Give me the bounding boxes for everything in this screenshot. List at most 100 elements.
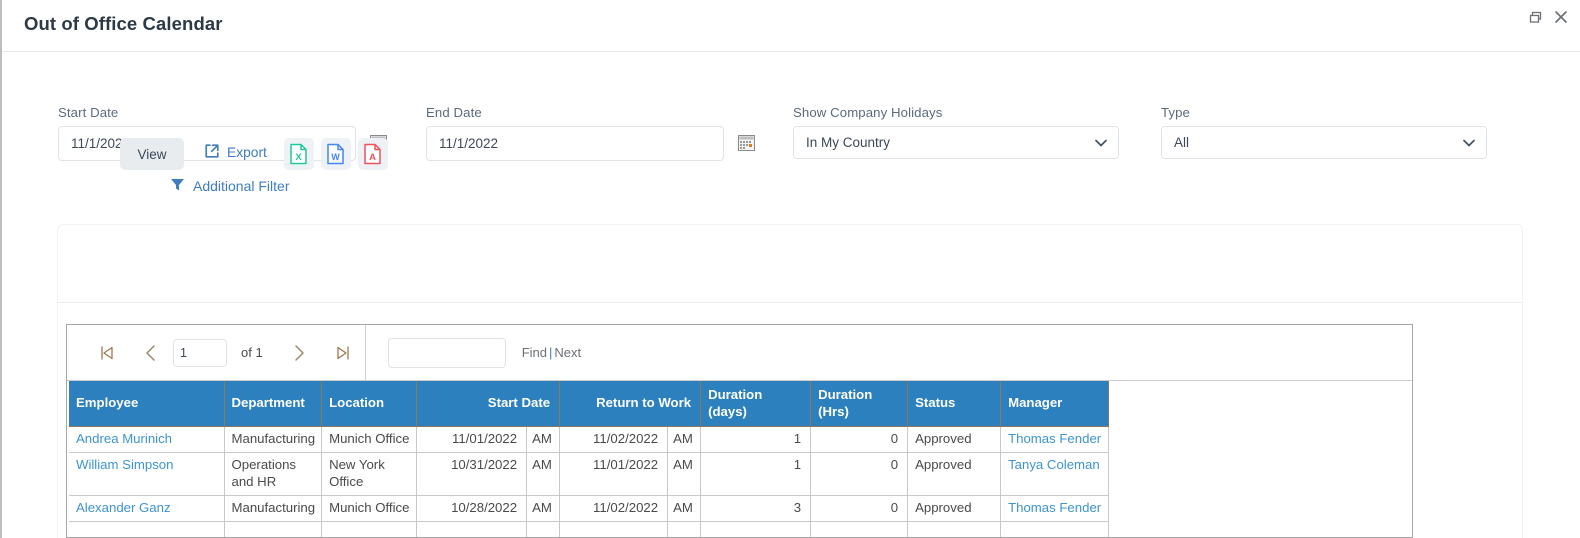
cell-return-date: 11/01/2022	[559, 452, 669, 496]
company-holidays-select[interactable]: In My Country	[793, 126, 1119, 159]
cell-return-ampm: AM	[667, 426, 702, 453]
cell-employee: Alexander Ganz	[69, 495, 225, 522]
cell-return-date: 11/02/2022	[559, 495, 669, 522]
employee-link[interactable]: Andrea Murinich	[76, 431, 172, 446]
column-header-return-to-work[interactable]: Return to Work	[559, 381, 702, 427]
page-number-input[interactable]	[173, 338, 227, 367]
type-select[interactable]: All	[1161, 126, 1487, 159]
cell-start-ampm: AM	[526, 452, 561, 496]
cell-empty	[224, 521, 323, 537]
cell-manager: Thomas Fender	[1000, 426, 1110, 453]
column-header-duration-hrs[interactable]: Duration (Hrs)	[810, 381, 909, 427]
report-header-area	[58, 225, 1522, 303]
cell-empty	[559, 521, 669, 537]
table-header-row: Employee Department Location Start Date …	[69, 381, 1110, 427]
calendar-icon[interactable]	[738, 134, 756, 151]
manager-link[interactable]: Tanya Coleman	[1008, 457, 1100, 472]
cell-return-date: 11/02/2022	[559, 426, 669, 453]
restore-window-icon[interactable]	[1526, 8, 1544, 26]
cell-department: Manufacturing	[224, 426, 323, 453]
export-button[interactable]: Export	[204, 143, 267, 162]
title-bar: Out of Office Calendar	[2, 0, 1580, 52]
table-row: William Simpson Operations and HR New Yo…	[69, 452, 1110, 496]
column-header-department[interactable]: Department	[224, 381, 323, 427]
last-page-icon[interactable]	[321, 333, 365, 373]
svg-text:X: X	[296, 152, 303, 163]
cell-start-date: 10/31/2022	[416, 452, 528, 496]
close-icon[interactable]	[1552, 8, 1570, 26]
type-field: Type All	[1161, 105, 1487, 159]
cell-status: Approved	[907, 495, 1002, 522]
find-input[interactable]	[387, 337, 506, 368]
column-header-status[interactable]: Status	[907, 381, 1002, 427]
table-row: Andrea Murinich Manufacturing Munich Off…	[69, 426, 1110, 453]
additional-filter-label: Additional Filter	[193, 178, 290, 194]
find-separator: |	[548, 345, 553, 360]
find-button[interactable]: Find	[522, 345, 547, 360]
cell-duration-hrs: 0	[810, 452, 909, 496]
end-date-field: End Date	[426, 105, 756, 161]
cell-return-ampm: AM	[667, 452, 702, 496]
column-header-duration-days[interactable]: Duration (days)	[700, 381, 812, 427]
column-header-manager[interactable]: Manager	[1000, 381, 1110, 427]
report-viewer: of 1	[66, 324, 1413, 538]
pdf-file-icon[interactable]: A	[357, 138, 388, 170]
cell-duration-hrs: 0	[810, 426, 909, 453]
excel-file-icon[interactable]: X	[283, 138, 314, 170]
table-header: Employee Department Location Start Date …	[69, 381, 1110, 427]
cell-location: Munich Office	[321, 426, 418, 453]
cell-start-ampm: AM	[526, 495, 561, 522]
table-row: Alexander Ganz Manufacturing Munich Offi…	[69, 495, 1110, 522]
out-of-office-table: Employee Department Location Start Date …	[69, 381, 1110, 537]
column-header-start-date[interactable]: Start Date	[416, 381, 561, 427]
company-holidays-select-wrap: In My Country	[793, 126, 1119, 159]
end-date-input[interactable]	[426, 126, 724, 161]
cell-status: Approved	[907, 426, 1002, 453]
find-links: Find | Next	[522, 345, 581, 360]
first-page-icon[interactable]	[85, 333, 129, 373]
cell-department: Operations and HR	[224, 452, 323, 496]
window-controls	[1526, 8, 1570, 26]
manager-link[interactable]: Thomas Fender	[1008, 500, 1101, 515]
company-holidays-field: Show Company Holidays In My Country	[793, 105, 1119, 159]
report-grid-container: Employee Department Location Start Date …	[67, 381, 1412, 537]
cell-employee: Andrea Murinich	[69, 426, 225, 453]
view-button[interactable]: View	[120, 138, 184, 170]
application-window: Out of Office Calendar Start Date 11/1/2…	[0, 0, 1580, 538]
report-find-area: Find | Next	[366, 337, 581, 368]
employee-link[interactable]: Alexander Ganz	[76, 500, 171, 515]
column-header-location[interactable]: Location	[321, 381, 418, 427]
cell-empty	[526, 521, 561, 537]
cell-duration-days: 3	[700, 495, 812, 522]
cell-empty	[321, 521, 418, 537]
cell-employee: William Simpson	[69, 452, 225, 496]
cell-empty	[416, 521, 528, 537]
word-file-icon[interactable]: W	[320, 138, 351, 170]
previous-page-icon[interactable]	[129, 333, 173, 373]
column-header-employee[interactable]: Employee	[69, 381, 225, 427]
find-next-button[interactable]: Next	[554, 345, 581, 360]
export-format-buttons: X W A	[283, 138, 388, 170]
additional-filter-button[interactable]: Additional Filter	[170, 177, 290, 195]
manager-link[interactable]: Thomas Fender	[1008, 431, 1101, 446]
cell-duration-hrs: 0	[810, 495, 909, 522]
table-row-empty	[69, 521, 1110, 537]
cell-empty	[907, 521, 1002, 537]
funnel-icon	[170, 177, 185, 195]
page-count-label: of 1	[241, 345, 263, 360]
svg-text:A: A	[369, 152, 376, 163]
cell-department: Manufacturing	[224, 495, 323, 522]
end-date-label: End Date	[426, 105, 482, 120]
cell-duration-days: 1	[700, 426, 812, 453]
employee-link[interactable]: William Simpson	[76, 457, 173, 472]
start-date-label: Start Date	[58, 105, 119, 120]
cell-location: New York Office	[321, 452, 418, 496]
pager-navigation: of 1	[67, 325, 365, 380]
next-page-icon[interactable]	[277, 333, 321, 373]
type-select-wrap: All	[1161, 126, 1487, 159]
cell-empty	[667, 521, 702, 537]
page-title: Out of Office Calendar	[24, 13, 223, 34]
cell-start-date: 10/28/2022	[416, 495, 528, 522]
cell-empty	[700, 521, 812, 537]
external-link-icon	[204, 143, 220, 162]
